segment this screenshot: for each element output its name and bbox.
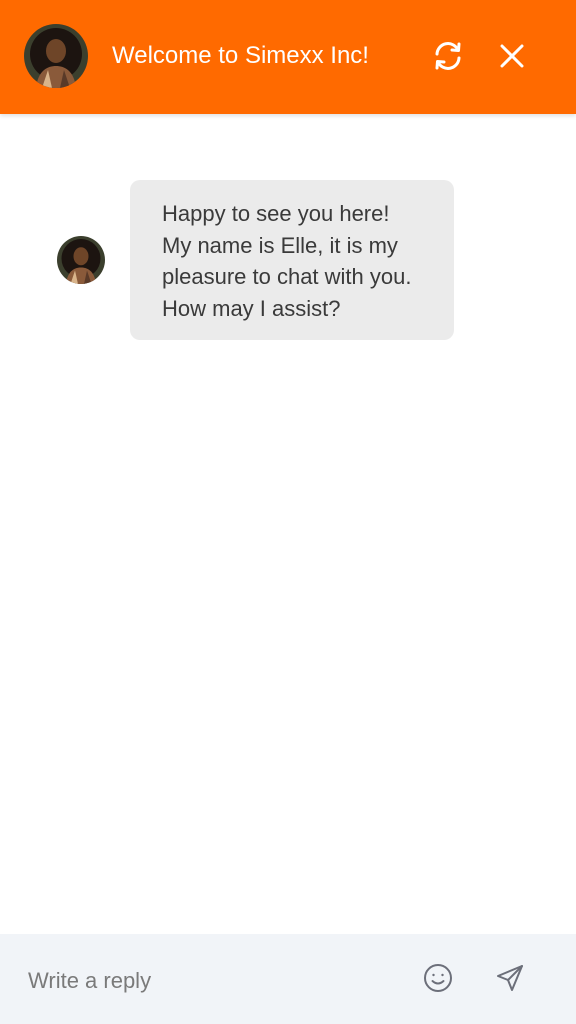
refresh-button[interactable] (428, 36, 468, 76)
send-icon (497, 965, 523, 991)
close-button[interactable] (492, 36, 532, 76)
chat-header: Welcome to Simexx Inc! (0, 0, 576, 114)
agent-avatar (24, 24, 88, 88)
refresh-icon (435, 42, 461, 70)
send-button[interactable] (490, 958, 530, 998)
message-agent-avatar (57, 236, 105, 284)
reply-composer (0, 934, 576, 1024)
emoji-button[interactable] (418, 958, 458, 998)
reply-input[interactable] (28, 964, 388, 998)
agent-message-bubble: Happy to see you here! My name is Elle, … (130, 180, 454, 340)
chat-title: Welcome to Simexx Inc! (112, 42, 369, 69)
close-icon (500, 44, 524, 68)
emoji-icon (424, 964, 452, 992)
